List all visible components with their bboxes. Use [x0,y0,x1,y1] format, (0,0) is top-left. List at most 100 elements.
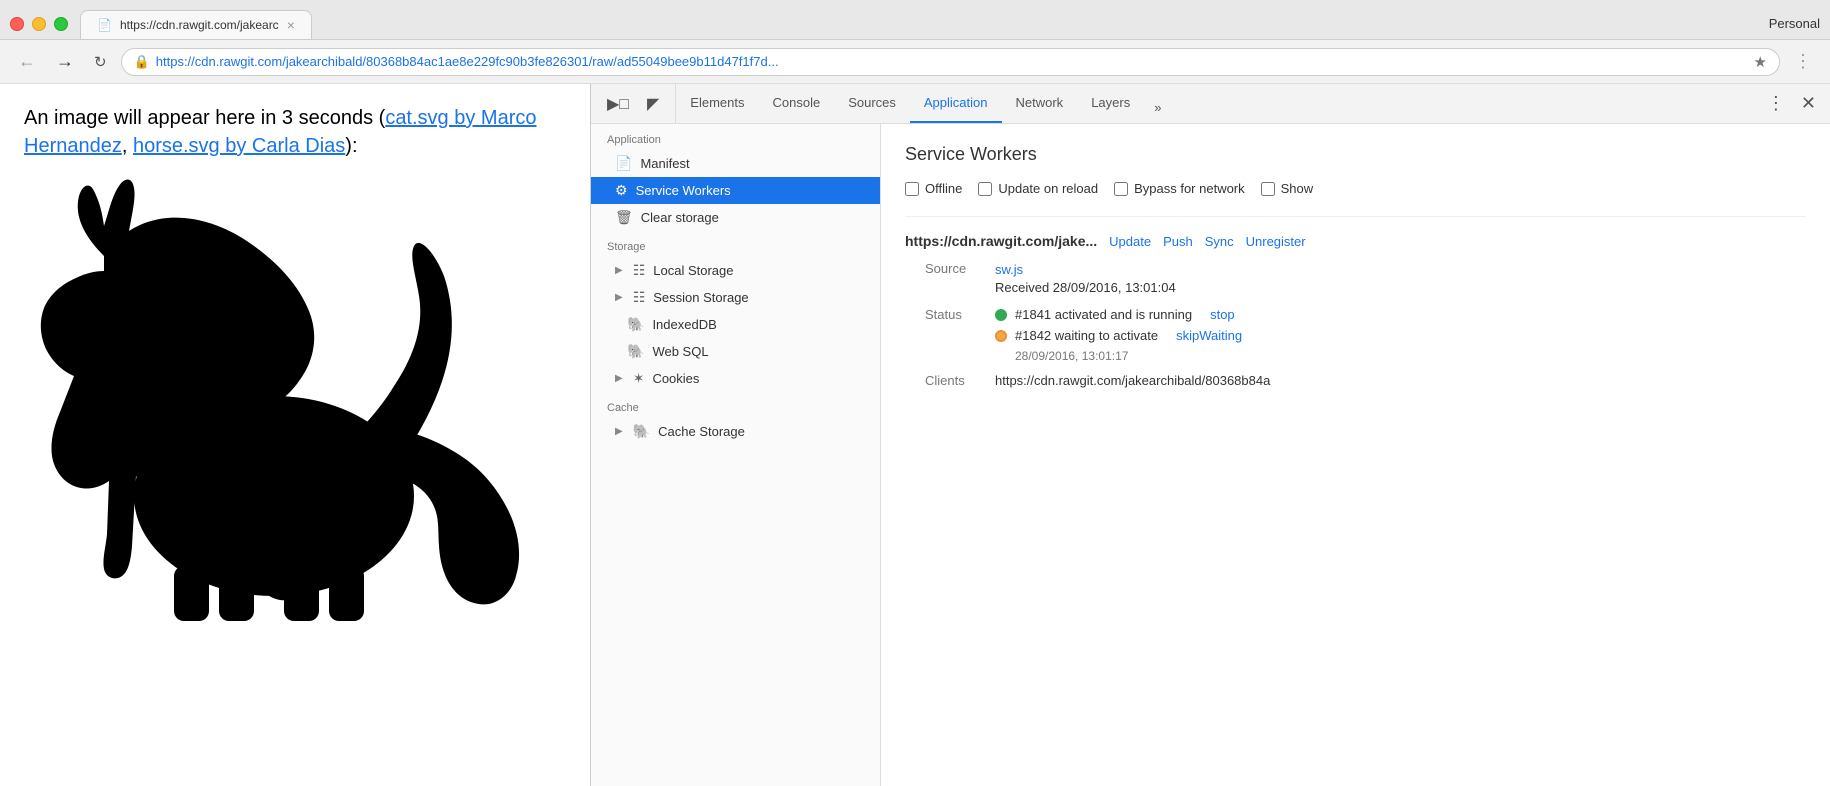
devtools-panel: ▶□ ◤ Elements Console Sources Applicatio… [590,84,1830,786]
manifest-label: Manifest [640,156,689,171]
title-bar: 📄 https://cdn.rawgit.com/jakearc × Perso… [0,0,1830,40]
sw-source-file-link[interactable]: sw.js [995,262,1023,277]
sidebar-item-cache-storage[interactable]: ▶ 🐘 Cache Storage [591,418,880,445]
bypass-for-network-label: Bypass for network [1134,181,1245,196]
service-workers-icon: ⚙ [615,182,628,199]
close-traffic-light[interactable] [10,17,24,31]
offline-checkbox-label[interactable]: Offline [905,181,962,196]
cookies-icon: ✶ [633,370,645,387]
sw-unregister-link[interactable]: Unregister [1246,234,1306,249]
separator: , [122,135,133,157]
devtools-main-panel: Service Workers Offline Update on reload [881,124,1830,786]
sw-status-row: Status #1841 activated and is running st… [905,307,1806,363]
tab-application[interactable]: Application [910,84,1002,123]
devtools-toolbar: ▶□ ◤ Elements Console Sources Applicatio… [591,84,1830,124]
minimize-traffic-light[interactable] [32,17,46,31]
sw-update-link[interactable]: Update [1109,234,1151,249]
service-workers-title: Service Workers [905,144,1806,165]
update-on-reload-checkbox-label[interactable]: Update on reload [978,181,1098,196]
devtools-body: Application 📄 Manifest ⚙ Service Workers… [591,124,1830,786]
session-storage-label: Session Storage [653,290,748,305]
back-button[interactable]: ← [12,47,42,76]
sidebar-item-local-storage[interactable]: ▶ ☷ Local Storage [591,257,880,284]
page-content: An image will appear here in 3 seconds (… [0,84,590,786]
sw-active-text: #1841 activated and is running [1015,307,1192,322]
devtools-sidebar: Application 📄 Manifest ⚙ Service Workers… [591,124,881,786]
bookmark-icon[interactable]: ★ [1754,53,1767,71]
local-storage-label: Local Storage [653,263,733,278]
sidebar-item-clear-storage[interactable]: 🗑 Clear storage [591,204,880,231]
forward-button[interactable]: → [50,47,80,76]
sidebar-item-manifest[interactable]: 📄 Manifest [591,150,880,177]
sidebar-item-session-storage[interactable]: ▶ ☷ Session Storage [591,284,880,311]
tab-close-button[interactable]: × [287,17,295,33]
sw-status-items: #1841 activated and is running stop #184… [995,307,1242,363]
lock-icon: 🔒 [134,54,150,70]
sw-sync-link[interactable]: Sync [1205,234,1234,249]
indexeddb-label: IndexedDB [652,317,716,332]
sidebar-section-application: Application [591,124,880,150]
personal-label: Personal [1769,16,1820,39]
address-bar[interactable]: 🔒 https://cdn.rawgit.com/jakearchibald/8… [121,48,1780,76]
text-after: ): [345,135,357,157]
tab-network[interactable]: Network [1002,84,1078,123]
browser-window: 📄 https://cdn.rawgit.com/jakearc × Perso… [0,0,1830,786]
web-sql-icon: 🐘 [627,343,644,360]
more-options-button[interactable]: ⋮ [1788,47,1818,76]
offline-label: Offline [925,181,962,196]
sw-skip-waiting-link[interactable]: skipWaiting [1176,328,1242,343]
sw-push-link[interactable]: Push [1163,234,1193,249]
page-intro-text: An image will appear here in 3 seconds (… [24,104,566,160]
tab-doc-icon: 📄 [97,18,112,32]
devtools-more-button[interactable]: ⋮ [1761,89,1791,118]
sidebar-item-indexeddb[interactable]: 🐘 IndexedDB [591,311,880,338]
tab-title: https://cdn.rawgit.com/jakearc [120,18,279,32]
cache-storage-icon: 🐘 [633,423,650,440]
address-text: https://cdn.rawgit.com/jakearchibald/803… [156,54,1748,69]
cookies-expand-icon: ▶ [615,373,623,384]
tab-console[interactable]: Console [758,84,834,123]
devtools-icon-group: ▶□ ◤ [591,84,676,123]
sw-status-label: Status [925,307,995,322]
sidebar-item-web-sql[interactable]: 🐘 Web SQL [591,338,880,365]
bypass-for-network-checkbox-label[interactable]: Bypass for network [1114,181,1245,196]
service-workers-options: Offline Update on reload Bypass for netw… [905,181,1806,196]
inspect-element-button[interactable]: ▶□ [599,90,637,118]
show-checkbox[interactable] [1261,182,1275,196]
reload-button[interactable]: ↻ [88,49,113,75]
tab-layers[interactable]: Layers [1077,84,1144,123]
sw-waiting-dot [995,330,1007,342]
update-on-reload-checkbox[interactable] [978,182,992,196]
show-label: Show [1281,181,1314,196]
sw-waiting-text: #1842 waiting to activate [1015,328,1158,343]
sw-source-label: Source [925,261,995,276]
sidebar-item-cookies[interactable]: ▶ ✶ Cookies [591,365,880,392]
indexeddb-icon: 🐘 [627,316,644,333]
bypass-for-network-checkbox[interactable] [1114,182,1128,196]
main-area: An image will appear here in 3 seconds (… [0,84,1830,786]
sw-waiting-time: 28/09/2016, 13:01:17 [1015,349,1242,363]
sw-received-text: Received 28/09/2016, 13:01:04 [995,280,1176,295]
session-storage-icon: ☷ [633,289,646,306]
intro-text-before: An image will appear here in 3 seconds ( [24,107,385,129]
more-tabs-button[interactable]: » [1144,92,1171,123]
sidebar-item-service-workers[interactable]: ⚙ Service Workers [591,177,880,204]
show-checkbox-label[interactable]: Show [1261,181,1314,196]
tab-sources[interactable]: Sources [834,84,910,123]
sw-stop-link[interactable]: stop [1210,307,1235,322]
device-toolbar-button[interactable]: ◤ [639,90,667,118]
manifest-icon: 📄 [615,155,632,172]
browser-tab[interactable]: 📄 https://cdn.rawgit.com/jakearc × [80,10,312,39]
cat-image [24,176,566,641]
tab-elements[interactable]: Elements [676,84,758,123]
sidebar-section-storage: Storage [591,231,880,257]
sw-source-row: Source sw.js Received 28/09/2016, 13:01:… [905,261,1806,297]
traffic-lights [10,17,68,39]
service-workers-label: Service Workers [636,183,731,198]
devtools-close-button[interactable]: ✕ [1795,89,1822,118]
cookies-label: Cookies [652,371,699,386]
offline-checkbox[interactable] [905,182,919,196]
horse-svg-link[interactable]: horse.svg by Carla Dias [133,135,345,157]
maximize-traffic-light[interactable] [54,17,68,31]
sw-url-row: https://cdn.rawgit.com/jake... Update Pu… [905,233,1806,249]
